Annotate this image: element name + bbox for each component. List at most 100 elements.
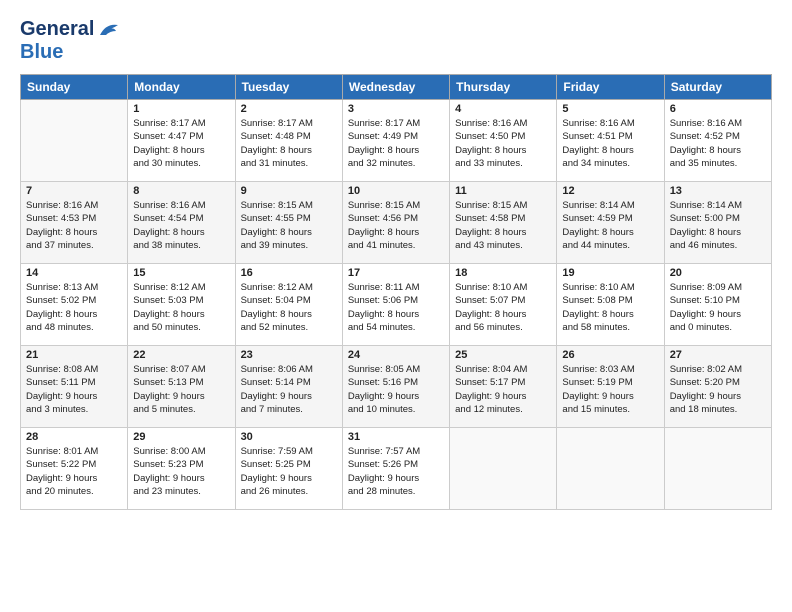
day-number: 8: [133, 185, 229, 197]
day-number: 16: [241, 267, 337, 279]
calendar-cell: 28 Sunrise: 8:01 AM Sunset: 5:22 PM Dayli…: [21, 428, 128, 510]
day-info: Sunrise: 8:02 AM Sunset: 5:20 PM Dayligh…: [670, 363, 766, 416]
calendar-cell: 9Sunrise: 8:15 AM Sunset: 4:55 PM Daylig…: [235, 182, 342, 264]
calendar-week-row: 21 Sunrise: 8:08 AM Sunset: 5:11 PM Dayli…: [21, 346, 772, 428]
day-number: 30: [241, 431, 337, 443]
calendar-cell: 16 Sunrise: 8:12 AM Sunset: 5:04 PM Dayli…: [235, 264, 342, 346]
day-info: Sunrise: 8:16 AM Sunset: 4:53 PM Dayligh…: [26, 199, 122, 252]
day-info: Sunrise: 8:16 AM Sunset: 4:54 PM Dayligh…: [133, 199, 229, 252]
weekday-header: Sunday: [21, 75, 128, 100]
day-number: 25: [455, 349, 551, 361]
day-number: 15: [133, 267, 229, 279]
weekday-header: Tuesday: [235, 75, 342, 100]
day-info: Sunrise: 8:10 AM Sunset: 5:07 PM Dayligh…: [455, 281, 551, 334]
day-info: Sunrise: 8:04 AM Sunset: 5:17 PM Dayligh…: [455, 363, 551, 416]
calendar-cell: 25 Sunrise: 8:04 AM Sunset: 5:17 PM Dayli…: [450, 346, 557, 428]
day-info: Sunrise: 8:05 AM Sunset: 5:16 PM Dayligh…: [348, 363, 444, 416]
day-info: Sunrise: 8:16 AM Sunset: 4:51 PM Dayligh…: [562, 117, 658, 170]
day-number: 11: [455, 185, 551, 197]
day-number: 1: [133, 103, 229, 115]
calendar-cell: 27 Sunrise: 8:02 AM Sunset: 5:20 PM Dayli…: [664, 346, 771, 428]
day-info: Sunrise: 8:01 AM Sunset: 5:22 PM Dayligh…: [26, 445, 122, 498]
calendar-week-row: 14Sunrise: 8:13 AM Sunset: 5:02 PM Dayli…: [21, 264, 772, 346]
calendar-cell: 5 Sunrise: 8:16 AM Sunset: 4:51 PM Daylig…: [557, 100, 664, 182]
day-number: 26: [562, 349, 658, 361]
day-number: 28: [26, 431, 122, 443]
day-number: 27: [670, 349, 766, 361]
day-info: Sunrise: 8:03 AM Sunset: 5:19 PM Dayligh…: [562, 363, 658, 416]
day-number: 24: [348, 349, 444, 361]
day-number: 5: [562, 103, 658, 115]
day-info: Sunrise: 8:12 AM Sunset: 5:03 PM Dayligh…: [133, 281, 229, 334]
calendar-cell: 10 Sunrise: 8:15 AM Sunset: 4:56 PM Dayli…: [342, 182, 449, 264]
calendar-cell: 31 Sunrise: 7:57 AM Sunset: 5:26 PM Dayli…: [342, 428, 449, 510]
day-number: 19: [562, 267, 658, 279]
calendar-cell: 3 Sunrise: 8:17 AM Sunset: 4:49 PM Daylig…: [342, 100, 449, 182]
day-info: Sunrise: 8:14 AM Sunset: 5:00 PM Dayligh…: [670, 199, 766, 252]
calendar-cell: 8 Sunrise: 8:16 AM Sunset: 4:54 PM Daylig…: [128, 182, 235, 264]
day-number: 31: [348, 431, 444, 443]
day-info: Sunrise: 8:17 AM Sunset: 4:49 PM Dayligh…: [348, 117, 444, 170]
calendar-week-row: 28 Sunrise: 8:01 AM Sunset: 5:22 PM Dayli…: [21, 428, 772, 510]
calendar-cell: 13 Sunrise: 8:14 AM Sunset: 5:00 PM Dayli…: [664, 182, 771, 264]
day-info: Sunrise: 8:11 AM Sunset: 5:06 PM Dayligh…: [348, 281, 444, 334]
day-number: 2: [241, 103, 337, 115]
day-info: Sunrise: 8:09 AM Sunset: 5:10 PM Dayligh…: [670, 281, 766, 334]
day-info: Sunrise: 8:17 AM Sunset: 4:48 PM Dayligh…: [241, 117, 337, 170]
day-number: 10: [348, 185, 444, 197]
calendar-cell: 11 Sunrise: 8:15 AM Sunset: 4:58 PM Dayli…: [450, 182, 557, 264]
calendar-week-row: 7 Sunrise: 8:16 AM Sunset: 4:53 PM Daylig…: [21, 182, 772, 264]
weekday-header: Saturday: [664, 75, 771, 100]
day-info: Sunrise: 8:17 AM Sunset: 4:47 PM Dayligh…: [133, 117, 229, 170]
day-info: Sunrise: 8:10 AM Sunset: 5:08 PM Dayligh…: [562, 281, 658, 334]
calendar-cell: 6Sunrise: 8:16 AM Sunset: 4:52 PM Daylig…: [664, 100, 771, 182]
calendar-table: SundayMondayTuesdayWednesdayThursdayFrid…: [20, 74, 772, 510]
day-info: Sunrise: 8:12 AM Sunset: 5:04 PM Dayligh…: [241, 281, 337, 334]
logo-blue: Blue: [20, 41, 63, 63]
calendar-cell: 23Sunrise: 8:06 AM Sunset: 5:14 PM Dayli…: [235, 346, 342, 428]
day-number: 21: [26, 349, 122, 361]
calendar-cell: 18 Sunrise: 8:10 AM Sunset: 5:07 PM Dayli…: [450, 264, 557, 346]
calendar-cell: 17 Sunrise: 8:11 AM Sunset: 5:06 PM Dayli…: [342, 264, 449, 346]
logo-bird-icon: [98, 21, 120, 39]
calendar-cell: 19 Sunrise: 8:10 AM Sunset: 5:08 PM Dayli…: [557, 264, 664, 346]
day-info: Sunrise: 8:08 AM Sunset: 5:11 PM Dayligh…: [26, 363, 122, 416]
calendar-cell: 15 Sunrise: 8:12 AM Sunset: 5:03 PM Dayli…: [128, 264, 235, 346]
calendar-cell: [450, 428, 557, 510]
calendar-cell: 12 Sunrise: 8:14 AM Sunset: 4:59 PM Dayli…: [557, 182, 664, 264]
day-info: Sunrise: 8:15 AM Sunset: 4:58 PM Dayligh…: [455, 199, 551, 252]
calendar-cell: [21, 100, 128, 182]
day-info: Sunrise: 8:16 AM Sunset: 4:52 PM Dayligh…: [670, 117, 766, 170]
calendar-cell: 4Sunrise: 8:16 AM Sunset: 4:50 PM Daylig…: [450, 100, 557, 182]
calendar-cell: 26 Sunrise: 8:03 AM Sunset: 5:19 PM Dayli…: [557, 346, 664, 428]
day-number: 17: [348, 267, 444, 279]
calendar-cell: 20Sunrise: 8:09 AM Sunset: 5:10 PM Dayli…: [664, 264, 771, 346]
day-number: 14: [26, 267, 122, 279]
day-number: 7: [26, 185, 122, 197]
day-number: 3: [348, 103, 444, 115]
day-number: 13: [670, 185, 766, 197]
calendar-cell: 21 Sunrise: 8:08 AM Sunset: 5:11 PM Dayli…: [21, 346, 128, 428]
header: General Blue: [20, 18, 772, 64]
calendar-cell: 14Sunrise: 8:13 AM Sunset: 5:02 PM Dayli…: [21, 264, 128, 346]
calendar-cell: [664, 428, 771, 510]
day-number: 29: [133, 431, 229, 443]
calendar-cell: 1 Sunrise: 8:17 AM Sunset: 4:47 PM Daylig…: [128, 100, 235, 182]
day-number: 22: [133, 349, 229, 361]
day-info: Sunrise: 8:15 AM Sunset: 4:56 PM Dayligh…: [348, 199, 444, 252]
weekday-header: Thursday: [450, 75, 557, 100]
day-info: Sunrise: 7:57 AM Sunset: 5:26 PM Dayligh…: [348, 445, 444, 498]
calendar-cell: 7 Sunrise: 8:16 AM Sunset: 4:53 PM Daylig…: [21, 182, 128, 264]
weekday-header-row: SundayMondayTuesdayWednesdayThursdayFrid…: [21, 75, 772, 100]
day-info: Sunrise: 8:16 AM Sunset: 4:50 PM Dayligh…: [455, 117, 551, 170]
logo: General Blue: [20, 18, 120, 64]
calendar-cell: [557, 428, 664, 510]
day-info: Sunrise: 8:00 AM Sunset: 5:23 PM Dayligh…: [133, 445, 229, 498]
day-info: Sunrise: 8:14 AM Sunset: 4:59 PM Dayligh…: [562, 199, 658, 252]
calendar-cell: 22Sunrise: 8:07 AM Sunset: 5:13 PM Dayli…: [128, 346, 235, 428]
weekday-header: Wednesday: [342, 75, 449, 100]
day-number: 12: [562, 185, 658, 197]
day-number: 18: [455, 267, 551, 279]
weekday-header: Monday: [128, 75, 235, 100]
calendar-cell: 2 Sunrise: 8:17 AM Sunset: 4:48 PM Daylig…: [235, 100, 342, 182]
